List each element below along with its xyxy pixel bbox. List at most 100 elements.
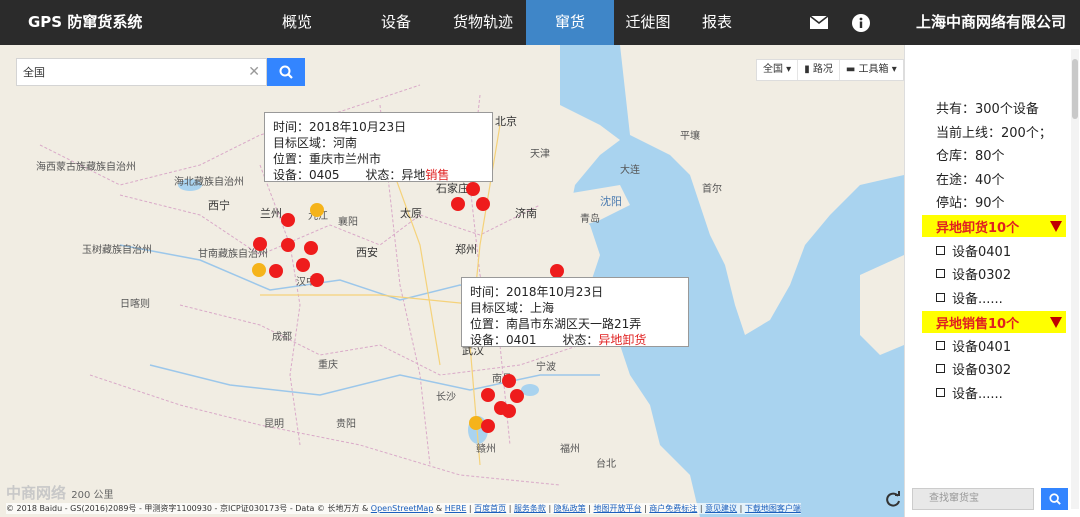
group-label: 异地销售10个 xyxy=(936,317,1020,332)
link-download[interactable]: 下载地图客户端 xyxy=(745,504,801,513)
link-feedback[interactable]: 意见建议 xyxy=(705,504,737,513)
device-marker-red[interactable] xyxy=(253,237,267,251)
checkbox[interactable] xyxy=(936,388,945,397)
city-label: 重庆 xyxy=(318,360,338,371)
device-marker-red[interactable] xyxy=(502,374,516,388)
link-baidu-home[interactable]: 百度首页 xyxy=(474,504,506,513)
popup-location: 位置：南昌市东湖区天一路21弄 xyxy=(470,317,642,331)
device-marker-red[interactable] xyxy=(304,241,318,255)
device-marker-red[interactable] xyxy=(296,258,310,272)
city-label: 兰州 xyxy=(260,207,282,220)
device-marker-red[interactable] xyxy=(481,388,495,402)
city-label: 海北藏族自治州 xyxy=(174,177,244,188)
tab-overview[interactable]: 概览 xyxy=(264,0,330,45)
checkbox[interactable] xyxy=(936,246,945,255)
device-marker-red[interactable] xyxy=(281,238,295,252)
map-copyright: © 2018 Baidu - GS(2016)2089号 - 甲测资字11009… xyxy=(6,503,801,514)
device-marker-orange[interactable] xyxy=(252,263,266,277)
checkbox[interactable] xyxy=(936,341,945,350)
sidebar-search-button[interactable] xyxy=(1041,488,1068,510)
device-marker-red[interactable] xyxy=(269,264,283,278)
popup-status-label: 状态：异地 xyxy=(365,168,426,182)
city-label: 北京 xyxy=(495,115,517,128)
search-icon xyxy=(279,65,293,79)
device-list-item[interactable]: 设备0302 xyxy=(936,359,1011,378)
checkbox[interactable] xyxy=(936,364,945,373)
scrollbar-thumb[interactable] xyxy=(1072,59,1078,119)
stat-online: 当前上线：200个； xyxy=(936,126,1052,141)
info-icon[interactable] xyxy=(852,13,870,32)
clear-icon[interactable]: ✕ xyxy=(248,64,260,80)
expand-arrow-icon[interactable] xyxy=(1050,317,1062,328)
device-info-popup: 时间：2018年10月23日 目标区域：上海 位置：南昌市东湖区天一路21弄 设… xyxy=(461,277,689,347)
group-offsite-unload[interactable]: 异地卸货10个 xyxy=(922,215,1066,237)
refresh-icon[interactable] xyxy=(884,491,902,509)
device-marker-red[interactable] xyxy=(451,197,465,211)
city-label: 西宁 xyxy=(208,199,230,212)
device-marker-red[interactable] xyxy=(481,419,495,433)
popup-region: 目标区域：上海 xyxy=(470,301,555,315)
device-list-item[interactable]: 设备0401 xyxy=(936,336,1011,355)
device-marker-orange[interactable] xyxy=(310,203,324,217)
traffic-toggle[interactable]: ▮ 路况 xyxy=(798,60,840,80)
device-list-item[interactable]: 设备...... xyxy=(936,383,1003,402)
map-canvas[interactable]: 海西蒙古族藏族自治州 玉树藏族自治州 甘南藏族自治州 海北藏族自治州 日喀则 西… xyxy=(0,45,904,517)
watermark: 中商网络 200 公里 xyxy=(6,484,114,502)
popup-device-row: 设备：0405 状态：异地销售 xyxy=(273,167,484,183)
device-marker-red[interactable] xyxy=(281,213,295,227)
device-list-item[interactable]: 设备0401 xyxy=(936,241,1011,260)
device-summary-sidebar: 共有：300个设备 当前上线：200个； 仓库：80个 在途：40个 停站：90… xyxy=(904,45,1080,517)
city-label: 天津 xyxy=(530,149,550,160)
device-marker-red[interactable] xyxy=(476,197,490,211)
link-terms[interactable]: 服务条款 xyxy=(514,504,546,513)
link-osm[interactable]: OpenStreetMap xyxy=(371,504,434,513)
expand-arrow-icon[interactable] xyxy=(1050,221,1062,232)
map-search-box: ✕ xyxy=(16,58,267,86)
map-search-button[interactable] xyxy=(267,58,305,86)
map-search-input[interactable] xyxy=(17,59,232,85)
toolbox-menu[interactable]: ▬ 工具箱 ▾ xyxy=(840,60,903,80)
popup-device-row: 设备：0401 状态：异地卸货 xyxy=(470,332,680,348)
tab-migration-map[interactable]: 迁徙图 xyxy=(614,0,682,45)
stat-total: 共有：300个设备 xyxy=(936,102,1039,117)
link-privacy[interactable]: 隐私政策 xyxy=(554,504,586,513)
link-here[interactable]: HERE xyxy=(445,504,467,513)
tab-diversion[interactable]: 窜货 xyxy=(526,0,614,45)
city-label: 赣州 xyxy=(476,444,496,455)
mail-icon[interactable] xyxy=(810,16,828,29)
city-label: 济南 xyxy=(515,207,537,220)
city-label: 青岛 xyxy=(580,214,600,225)
city-label: 平壤 xyxy=(680,131,700,142)
device-marker-red[interactable] xyxy=(550,264,564,278)
checkbox[interactable] xyxy=(936,293,945,302)
device-marker-red[interactable] xyxy=(310,273,324,287)
checkbox[interactable] xyxy=(936,269,945,278)
sidebar-scrollbar[interactable] xyxy=(1071,49,1079,509)
stat-warehouse: 仓库：80个 xyxy=(936,149,1005,164)
device-marker-red[interactable] xyxy=(510,389,524,403)
top-nav-bar: GPS 防窜货系统 概览 设备 货物轨迹 窜货 迁徙图 报表 上海中商网络有限公… xyxy=(0,0,1080,45)
city-label: 长沙 xyxy=(436,392,456,403)
sidebar-search-input[interactable]: 查找窜货宝 xyxy=(912,488,1034,510)
toolbox-label: 工具箱 xyxy=(858,64,889,75)
city-label: 宁波 xyxy=(536,362,556,373)
tab-devices[interactable]: 设备 xyxy=(364,0,428,45)
device-info-popup: 时间：2018年10月23日 目标区域：河南 位置：重庆市兰州市 设备：0405… xyxy=(264,112,493,182)
region-select[interactable]: 全国 ▾ xyxy=(757,60,799,80)
device-list-item[interactable]: 设备...... xyxy=(936,288,1003,307)
link-open-platform[interactable]: 地图开放平台 xyxy=(594,504,642,513)
city-label: 贵阳 xyxy=(336,419,356,430)
device-list-item[interactable]: 设备0302 xyxy=(936,264,1011,283)
city-label: 沈阳 xyxy=(600,195,622,208)
tab-reports[interactable]: 报表 xyxy=(684,0,750,45)
link-merchant[interactable]: 商户免费标注 xyxy=(649,504,697,513)
tab-cargo-track[interactable]: 货物轨迹 xyxy=(442,0,524,45)
city-label: 首尔 xyxy=(702,184,722,195)
map-toolbar: 全国 ▾ ▮ 路况 ▬ 工具箱 ▾ xyxy=(756,59,904,81)
device-marker-red[interactable] xyxy=(466,182,480,196)
group-offsite-sales[interactable]: 异地销售10个 xyxy=(922,311,1066,333)
traffic-label: 路况 xyxy=(812,64,833,75)
city-label: 玉树藏族自治州 xyxy=(82,245,152,256)
city-label: 郑州 xyxy=(455,243,477,256)
device-marker-red[interactable] xyxy=(502,404,516,418)
